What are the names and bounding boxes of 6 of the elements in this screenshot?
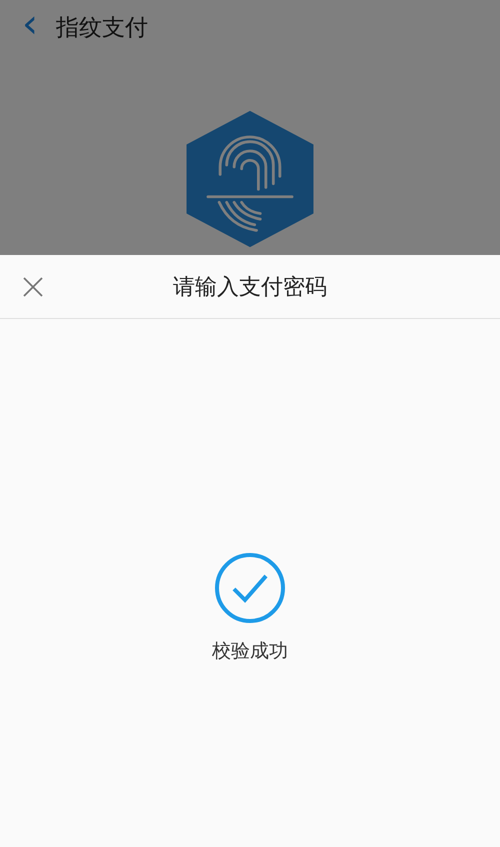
status-message: 校验成功 <box>212 639 288 664</box>
close-icon[interactable] <box>22 276 44 298</box>
back-button[interactable]: ‹ <box>18 4 42 50</box>
page-title: 指纹支付 <box>56 14 148 42</box>
check-circle-icon <box>214 552 286 624</box>
sheet-title: 请输入支付密码 <box>173 274 327 302</box>
